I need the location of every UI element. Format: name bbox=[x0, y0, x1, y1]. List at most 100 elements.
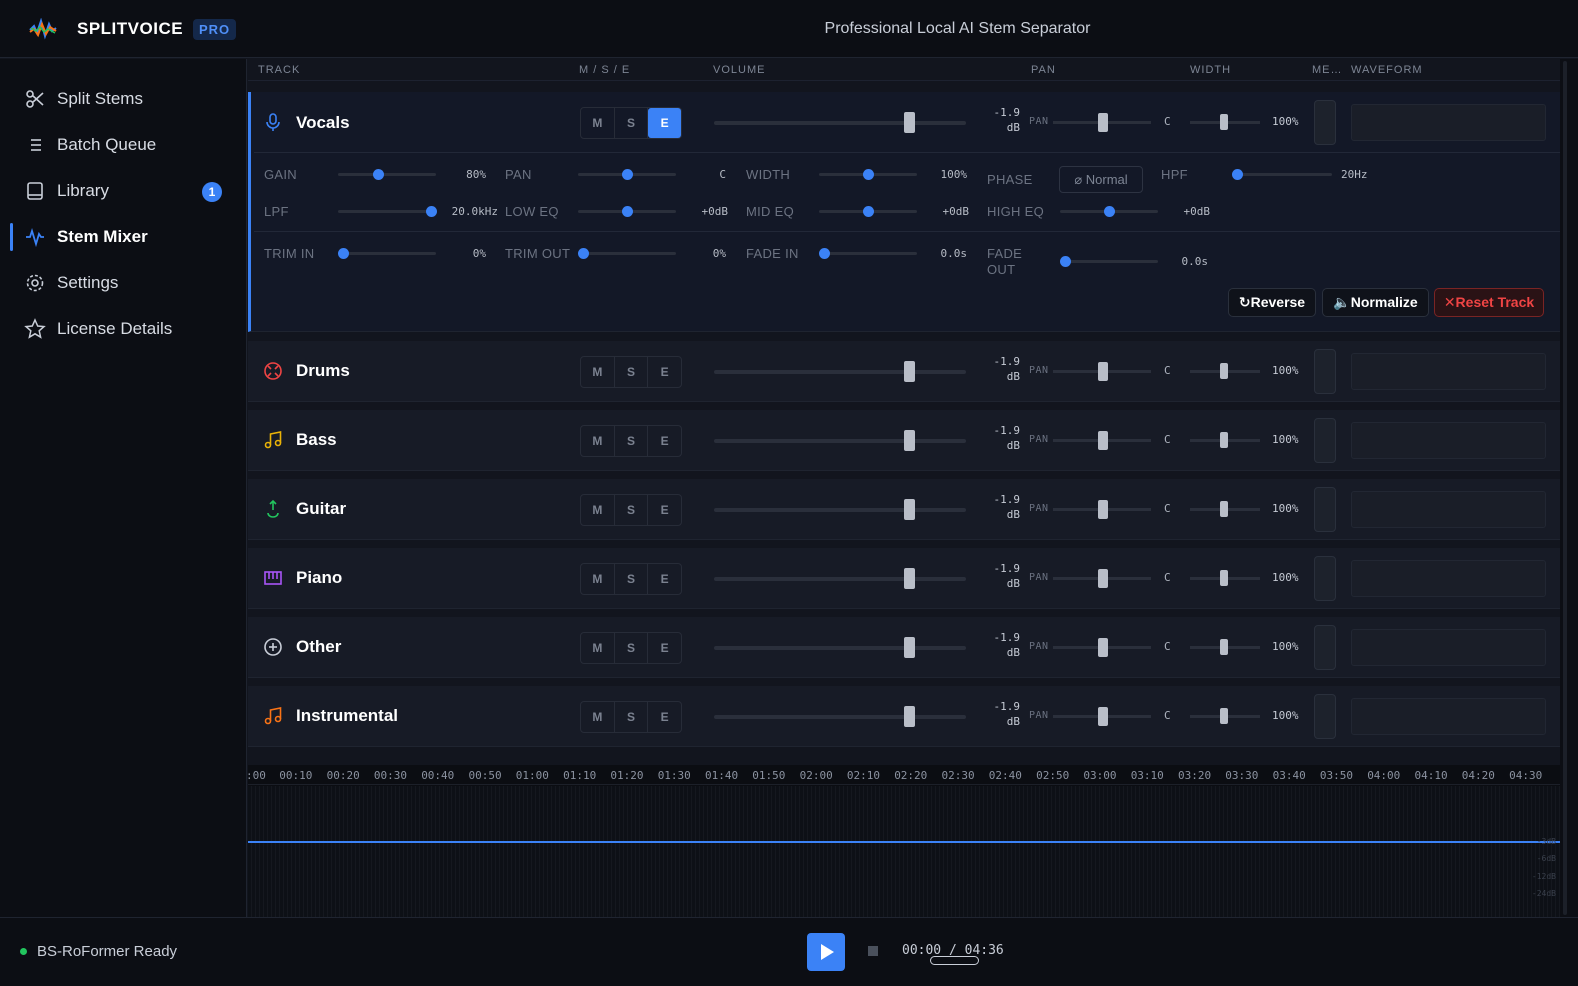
mute-button[interactable]: M bbox=[581, 108, 615, 138]
sidebar-item-settings[interactable]: Settings bbox=[0, 263, 247, 303]
high-eq-slider[interactable] bbox=[1060, 206, 1158, 217]
gain-slider-thumb[interactable] bbox=[373, 169, 384, 180]
width-param-slider[interactable] bbox=[819, 169, 917, 180]
pan-slider[interactable] bbox=[1053, 113, 1151, 132]
mid-eq-slider-thumb[interactable] bbox=[863, 206, 874, 217]
pan-slider-thumb[interactable] bbox=[1098, 638, 1108, 657]
expand-button[interactable]: E bbox=[648, 633, 681, 663]
mute-button[interactable]: M bbox=[581, 357, 615, 387]
waveform-preview[interactable] bbox=[1351, 353, 1546, 390]
volume-slider-thumb[interactable] bbox=[904, 112, 915, 133]
solo-button[interactable]: S bbox=[615, 426, 649, 456]
volume-slider-thumb[interactable] bbox=[904, 430, 915, 451]
mute-button[interactable]: M bbox=[581, 564, 615, 594]
mute-button[interactable]: M bbox=[581, 633, 615, 663]
expand-button[interactable]: E bbox=[648, 564, 681, 594]
master-waveform[interactable] bbox=[248, 786, 1560, 917]
volume-slider-thumb[interactable] bbox=[904, 499, 915, 520]
volume-slider-thumb[interactable] bbox=[904, 361, 915, 382]
trim-out-slider[interactable] bbox=[578, 248, 676, 259]
volume-slider-thumb[interactable] bbox=[904, 706, 915, 727]
width-slider-thumb[interactable] bbox=[1220, 639, 1228, 655]
pan-slider-thumb[interactable] bbox=[1098, 113, 1108, 132]
pan-slider[interactable] bbox=[1053, 362, 1151, 381]
waveform-preview[interactable] bbox=[1351, 629, 1546, 666]
mute-button[interactable]: M bbox=[581, 495, 615, 525]
waveform-preview[interactable] bbox=[1351, 560, 1546, 597]
mute-button[interactable]: M bbox=[581, 426, 615, 456]
waveform-preview[interactable] bbox=[1351, 104, 1546, 141]
sidebar-item-license-details[interactable]: License Details bbox=[0, 309, 247, 349]
gain-slider[interactable] bbox=[338, 169, 436, 180]
volume-slider[interactable] bbox=[714, 706, 966, 727]
volume-slider[interactable] bbox=[714, 112, 966, 133]
solo-button[interactable]: S bbox=[615, 702, 649, 732]
waveform-preview[interactable] bbox=[1351, 491, 1546, 528]
phase-toggle-button[interactable]: ⌀ Normal bbox=[1059, 166, 1143, 193]
trim-in-slider-thumb[interactable] bbox=[338, 248, 349, 259]
trim-out-slider-thumb[interactable] bbox=[578, 248, 589, 259]
fade-out-slider-thumb[interactable] bbox=[1060, 256, 1071, 267]
volume-slider[interactable] bbox=[714, 361, 966, 382]
width-slider[interactable] bbox=[1190, 501, 1260, 517]
width-slider-thumb[interactable] bbox=[1220, 432, 1228, 448]
low-eq-slider[interactable] bbox=[578, 206, 676, 217]
width-slider[interactable] bbox=[1190, 432, 1260, 448]
pan-slider[interactable] bbox=[1053, 638, 1151, 657]
expand-button[interactable]: E bbox=[648, 357, 681, 387]
width-slider[interactable] bbox=[1190, 639, 1260, 655]
volume-slider-thumb[interactable] bbox=[904, 568, 915, 589]
pan-slider[interactable] bbox=[1053, 500, 1151, 519]
fade-in-slider-thumb[interactable] bbox=[819, 248, 830, 259]
width-slider-thumb[interactable] bbox=[1220, 708, 1228, 724]
pan-slider-thumb[interactable] bbox=[1098, 569, 1108, 588]
hpf-slider-thumb[interactable] bbox=[1232, 169, 1243, 180]
width-slider-thumb[interactable] bbox=[1220, 501, 1228, 517]
sidebar-item-stem-mixer[interactable]: Stem Mixer bbox=[0, 217, 247, 257]
width-slider-thumb[interactable] bbox=[1220, 570, 1228, 586]
low-eq-slider-thumb[interactable] bbox=[622, 206, 633, 217]
sidebar-item-library[interactable]: Library 1 bbox=[0, 171, 247, 211]
pan-param-slider-thumb[interactable] bbox=[622, 169, 633, 180]
trim-in-slider[interactable] bbox=[338, 248, 436, 259]
lpf-slider[interactable] bbox=[338, 206, 437, 217]
pan-slider[interactable] bbox=[1053, 431, 1151, 450]
width-slider[interactable] bbox=[1190, 570, 1260, 586]
volume-slider[interactable] bbox=[714, 499, 966, 520]
volume-slider[interactable] bbox=[714, 568, 966, 589]
width-slider[interactable] bbox=[1190, 363, 1260, 379]
pan-slider[interactable] bbox=[1053, 707, 1151, 726]
solo-button[interactable]: S bbox=[615, 108, 649, 138]
reverse-button[interactable]: ↻Reverse bbox=[1228, 288, 1316, 317]
normalize-button[interactable]: 🔈Normalize bbox=[1322, 288, 1429, 317]
scrollbar-track[interactable] bbox=[1563, 61, 1567, 915]
play-button[interactable] bbox=[807, 933, 845, 971]
width-slider[interactable] bbox=[1190, 114, 1260, 130]
volume-slider-thumb[interactable] bbox=[904, 637, 915, 658]
pan-slider-thumb[interactable] bbox=[1098, 707, 1108, 726]
volume-slider[interactable] bbox=[714, 637, 966, 658]
expand-button[interactable]: E bbox=[648, 108, 682, 138]
pan-param-slider[interactable] bbox=[578, 169, 676, 180]
pan-slider[interactable] bbox=[1053, 569, 1151, 588]
timeline[interactable]: :00 00:10 00:20 00:30 00:40 00:50 01:00 01:10 01… bbox=[248, 765, 1560, 917]
lpf-slider-thumb[interactable] bbox=[426, 206, 437, 217]
vertical-scrollbar[interactable] bbox=[1560, 59, 1578, 917]
solo-button[interactable]: S bbox=[615, 357, 649, 387]
fade-in-slider[interactable] bbox=[819, 248, 917, 259]
high-eq-slider-thumb[interactable] bbox=[1104, 206, 1115, 217]
pan-slider-thumb[interactable] bbox=[1098, 362, 1108, 381]
expand-button[interactable]: E bbox=[648, 702, 681, 732]
solo-button[interactable]: S bbox=[615, 633, 649, 663]
fade-out-slider[interactable] bbox=[1060, 256, 1158, 267]
pan-slider-thumb[interactable] bbox=[1098, 431, 1108, 450]
waveform-preview[interactable] bbox=[1351, 422, 1546, 459]
pan-slider-thumb[interactable] bbox=[1098, 500, 1108, 519]
width-param-slider-thumb[interactable] bbox=[863, 169, 874, 180]
volume-slider[interactable] bbox=[714, 430, 966, 451]
reset-track-button[interactable]: ✕Reset Track bbox=[1434, 288, 1544, 317]
sidebar-item-batch-queue[interactable]: Batch Queue bbox=[0, 125, 247, 165]
width-slider-thumb[interactable] bbox=[1220, 114, 1228, 130]
mid-eq-slider[interactable] bbox=[819, 206, 917, 217]
waveform-preview[interactable] bbox=[1351, 698, 1546, 735]
